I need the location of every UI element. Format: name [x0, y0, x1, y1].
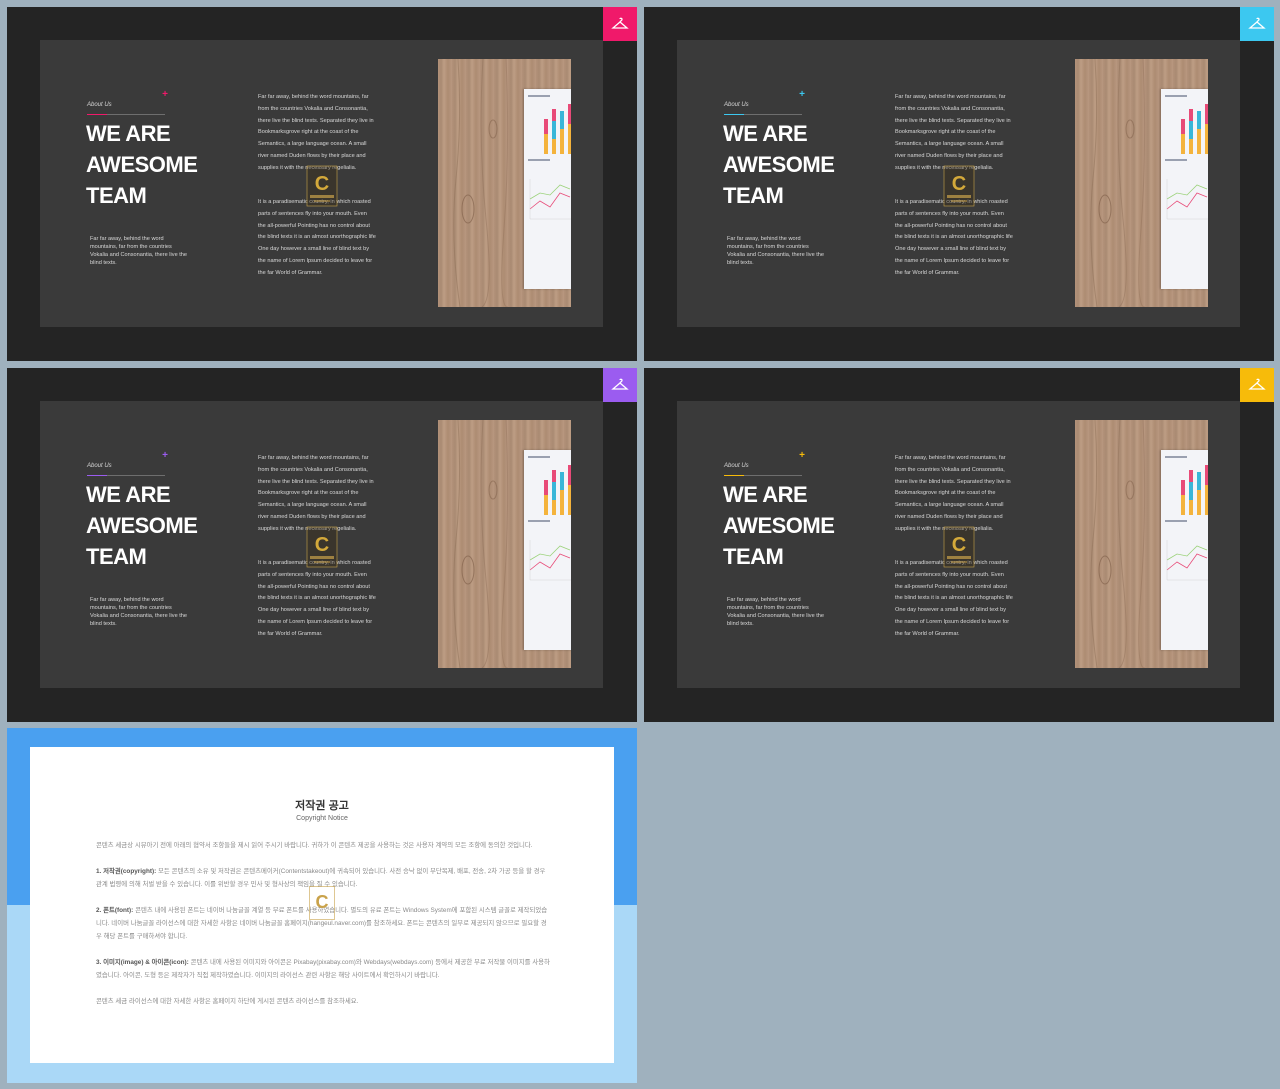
copyright-body: 콘텐츠 세금상 시뮤아기 전에 아래의 협약서 조항들을 제시 읽어 주시기 바… — [96, 839, 551, 1021]
logo-watermark-icon: C — [306, 165, 338, 207]
hanger-icon — [1248, 378, 1266, 390]
logo-watermark-icon: C — [306, 526, 338, 568]
headline-line-1: WE ARE — [86, 482, 171, 507]
body-paragraph-2: It is a paradisematic country, in which … — [895, 199, 1013, 276]
headline-line-2: AWESOME — [86, 152, 198, 177]
section-1-heading: 1. 저작권(copyright): — [96, 868, 157, 875]
about-slide-4: About Us + WE ARE AWESOME TEAM Far far a… — [644, 368, 1274, 722]
intro-text: Far far away, behind the word mountains,… — [727, 597, 825, 627]
body-paragraph-1: Far far away, behind the word mountains,… — [895, 455, 1011, 532]
headline: WE ARE AWESOME TEAM — [723, 118, 883, 211]
accent-underline — [87, 114, 107, 115]
about-label-row: About Us + — [87, 450, 168, 476]
content-panel: About Us + WE ARE AWESOME TEAM Far far a… — [677, 40, 1240, 327]
svg-text:C: C — [315, 173, 329, 195]
about-slide-1: About Us + WE ARE AWESOME TEAM Far far a… — [7, 7, 637, 361]
headline-line-1: WE ARE — [86, 121, 171, 146]
wood-desk-photo — [1075, 420, 1208, 668]
report-paper — [1161, 89, 1208, 289]
report-charts — [1165, 95, 1208, 220]
plus-icon: + — [162, 89, 168, 100]
copyright-title: 저작권 공고 — [295, 800, 349, 812]
headline-line-1: WE ARE — [723, 482, 808, 507]
copyright-intro: 콘텐츠 세금상 시뮤아기 전에 아래의 협약서 조항들을 제시 읽어 주시기 바… — [96, 842, 533, 849]
report-paper — [524, 89, 571, 289]
headline-line-2: AWESOME — [723, 513, 835, 538]
headline-line-3: TEAM — [723, 544, 784, 569]
about-label: About Us — [724, 463, 749, 469]
headline-line-3: TEAM — [723, 183, 784, 208]
copyright-slide: 저작권 공고 Copyright Notice 콘텐츠 세금상 시뮤아기 전에 … — [7, 728, 637, 1083]
wood-desk-photo — [438, 420, 571, 668]
body-paragraph-2: It is a paradisematic country, in which … — [258, 560, 376, 637]
logo-watermark-icon: C — [943, 526, 975, 568]
hanger-icon — [1248, 17, 1266, 29]
corner-badge — [603, 7, 637, 41]
body-paragraph-1: Far far away, behind the word mountains,… — [258, 94, 374, 171]
content-panel: About Us + WE ARE AWESOME TEAM Far far a… — [40, 40, 603, 327]
hanger-icon — [611, 17, 629, 29]
about-label-row: About Us + — [87, 89, 168, 115]
body-paragraph-1: Far far away, behind the word mountains,… — [895, 94, 1011, 171]
svg-text:C: C — [315, 534, 329, 556]
svg-text:C: C — [952, 173, 966, 195]
headline-line-1: WE ARE — [723, 121, 808, 146]
copyright-section-3: 3. 이미지(image) & 아이콘(icon): 콘텐츠 내에 사용된 이미… — [96, 956, 551, 982]
about-slide-2: About Us + WE ARE AWESOME TEAM Far far a… — [644, 7, 1274, 361]
corner-badge — [603, 368, 637, 402]
logo-watermark-icon: C — [309, 886, 335, 920]
section-2-heading: 2. 폰트(font): — [96, 907, 134, 914]
about-slide-3: About Us + WE ARE AWESOME TEAM Far far a… — [7, 368, 637, 722]
corner-badge — [1240, 7, 1274, 41]
headline: WE ARE AWESOME TEAM — [86, 479, 246, 572]
about-label: About Us — [87, 102, 112, 108]
intro-text: Far far away, behind the word mountains,… — [90, 597, 188, 627]
headline-line-2: AWESOME — [723, 152, 835, 177]
accent-underline — [724, 114, 744, 115]
about-label: About Us — [87, 463, 112, 469]
intro-text: Far far away, behind the word mountains,… — [90, 236, 188, 266]
plus-icon: + — [799, 450, 805, 461]
section-1-body: 모든 콘텐츠의 소유 및 저작권은 콘텐츠메이커(Contentstakeout… — [96, 868, 546, 888]
hanger-icon — [611, 378, 629, 390]
headline-line-3: TEAM — [86, 183, 147, 208]
about-label: About Us — [724, 102, 749, 108]
headline: WE ARE AWESOME TEAM — [723, 479, 883, 572]
report-charts — [528, 95, 571, 220]
headline-line-2: AWESOME — [86, 513, 198, 538]
about-label-row: About Us + — [724, 450, 805, 476]
body-paragraph-1: Far far away, behind the word mountains,… — [258, 455, 374, 532]
wood-desk-photo — [438, 59, 571, 307]
copyright-document: 저작권 공고 Copyright Notice 콘텐츠 세금상 시뮤아기 전에 … — [30, 747, 614, 1063]
svg-text:C: C — [952, 534, 966, 556]
intro-text: Far far away, behind the word mountains,… — [727, 236, 825, 266]
plus-icon: + — [162, 450, 168, 461]
content-panel: About Us + WE ARE AWESOME TEAM Far far a… — [677, 401, 1240, 688]
wood-desk-photo — [1075, 59, 1208, 307]
copyright-subtitle: Copyright Notice — [296, 815, 348, 822]
report-paper — [1161, 450, 1208, 650]
report-paper — [524, 450, 571, 650]
body-paragraph-2: It is a paradisematic country, in which … — [258, 199, 376, 276]
report-charts — [1165, 456, 1208, 581]
headline: WE ARE AWESOME TEAM — [86, 118, 246, 211]
logo-watermark-icon: C — [943, 165, 975, 207]
accent-underline — [87, 475, 107, 476]
copyright-outro: 콘텐츠 세금 라이선스에 대한 자세한 사항은 홈페이지 하단에 게시된 콘텐츠… — [96, 998, 359, 1005]
svg-text:C: C — [316, 892, 329, 912]
plus-icon: + — [799, 89, 805, 100]
content-panel: About Us + WE ARE AWESOME TEAM Far far a… — [40, 401, 603, 688]
section-3-heading: 3. 이미지(image) & 아이콘(icon): — [96, 959, 189, 966]
corner-badge — [1240, 368, 1274, 402]
report-charts — [528, 456, 571, 581]
body-paragraph-2: It is a paradisematic country, in which … — [895, 560, 1013, 637]
headline-line-3: TEAM — [86, 544, 147, 569]
accent-underline — [724, 475, 744, 476]
about-label-row: About Us + — [724, 89, 805, 115]
